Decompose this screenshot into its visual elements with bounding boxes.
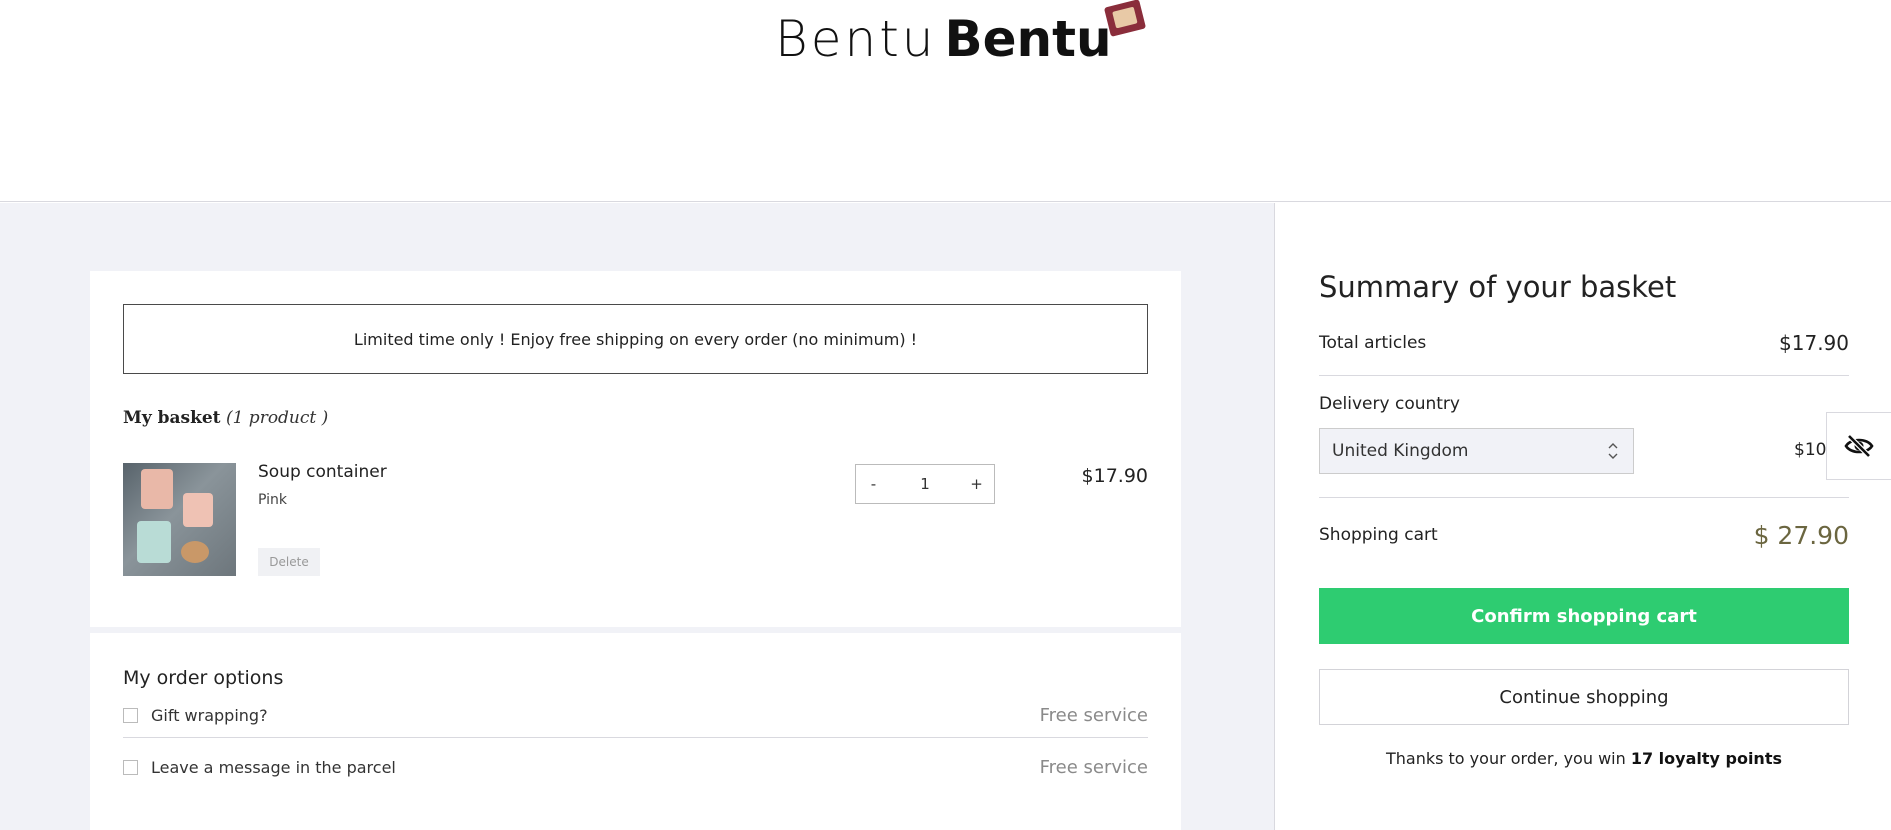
chevron-up-down-icon bbox=[1608, 443, 1618, 459]
order-options-title: My order options bbox=[123, 667, 284, 689]
basket-summary-panel: Summary of your basket Total articles $1… bbox=[1274, 203, 1891, 830]
quantity-input[interactable]: 1 bbox=[891, 475, 959, 493]
loyalty-points: 17 loyalty points bbox=[1630, 749, 1782, 768]
delete-item-button[interactable]: Delete bbox=[258, 548, 320, 576]
dice-badge-icon bbox=[1103, 0, 1147, 37]
product-name[interactable]: Soup container bbox=[258, 462, 387, 482]
product-price: $17.90 bbox=[1081, 465, 1148, 487]
confirm-cart-button[interactable]: Confirm shopping cart bbox=[1319, 588, 1849, 644]
eye-slash-icon bbox=[1844, 434, 1874, 458]
logo-text-light: Bentu bbox=[775, 10, 937, 68]
continue-shopping-button[interactable]: Continue shopping bbox=[1319, 669, 1849, 725]
basket-title: My basket (1 product ) bbox=[123, 408, 328, 428]
option-gift-wrapping: Gift wrapping? Free service bbox=[123, 693, 1148, 738]
summary-title: Summary of your basket bbox=[1319, 270, 1677, 304]
promo-banner: Limited time only ! Enjoy free shipping … bbox=[123, 304, 1148, 374]
option-price: Free service bbox=[1039, 704, 1148, 726]
order-options-card: My order options Gift wrapping? Free ser… bbox=[90, 633, 1181, 830]
basket-card: Limited time only ! Enjoy free shipping … bbox=[90, 271, 1181, 627]
loyalty-prefix: Thanks to your order, you win bbox=[1385, 749, 1631, 768]
delivery-country-select[interactable]: United Kingdom bbox=[1319, 428, 1634, 474]
logo-text-bold: Bentu bbox=[944, 10, 1112, 68]
option-label[interactable]: Gift wrapping? bbox=[151, 706, 268, 725]
total-articles-value: $17.90 bbox=[1779, 331, 1849, 355]
option-label[interactable]: Leave a message in the parcel bbox=[151, 758, 396, 777]
shopping-cart-label: Shopping cart bbox=[1319, 525, 1438, 545]
option-leave-message: Leave a message in the parcel Free servi… bbox=[123, 745, 1148, 790]
product-image[interactable] bbox=[123, 463, 236, 576]
total-articles-label: Total articles bbox=[1319, 333, 1427, 353]
site-header: Bentu Bentu bbox=[0, 0, 1891, 202]
basket-title-label: My basket bbox=[123, 408, 221, 428]
option-price: Free service bbox=[1039, 757, 1148, 778]
quantity-stepper: - 1 + bbox=[855, 464, 995, 504]
delivery-country-label: Delivery country bbox=[1319, 394, 1460, 414]
gift-wrapping-checkbox[interactable] bbox=[123, 707, 138, 723]
accessibility-widget[interactable] bbox=[1826, 412, 1891, 480]
delivery-country-value: United Kingdom bbox=[1332, 441, 1469, 461]
loyalty-message: Thanks to your order, you win 17 loyalty… bbox=[1319, 749, 1849, 768]
quantity-decrement-button[interactable]: - bbox=[856, 475, 891, 493]
basket-item-count: (1 product ) bbox=[225, 408, 329, 428]
quantity-increment-button[interactable]: + bbox=[959, 475, 994, 493]
basket-area: Limited time only ! Enjoy free shipping … bbox=[0, 203, 1274, 830]
total-articles-row: Total articles $17.90 bbox=[1319, 327, 1849, 359]
site-logo[interactable]: Bentu Bentu bbox=[775, 14, 1112, 64]
shopping-cart-row: Shopping cart $ 27.90 bbox=[1319, 515, 1849, 555]
summary-divider bbox=[1319, 497, 1849, 498]
promo-text: Limited time only ! Enjoy free shipping … bbox=[353, 329, 918, 349]
leave-message-checkbox[interactable] bbox=[123, 760, 138, 775]
product-variant: Pink bbox=[258, 492, 288, 508]
shopping-cart-total: $ 27.90 bbox=[1753, 520, 1849, 550]
summary-divider bbox=[1319, 375, 1849, 376]
